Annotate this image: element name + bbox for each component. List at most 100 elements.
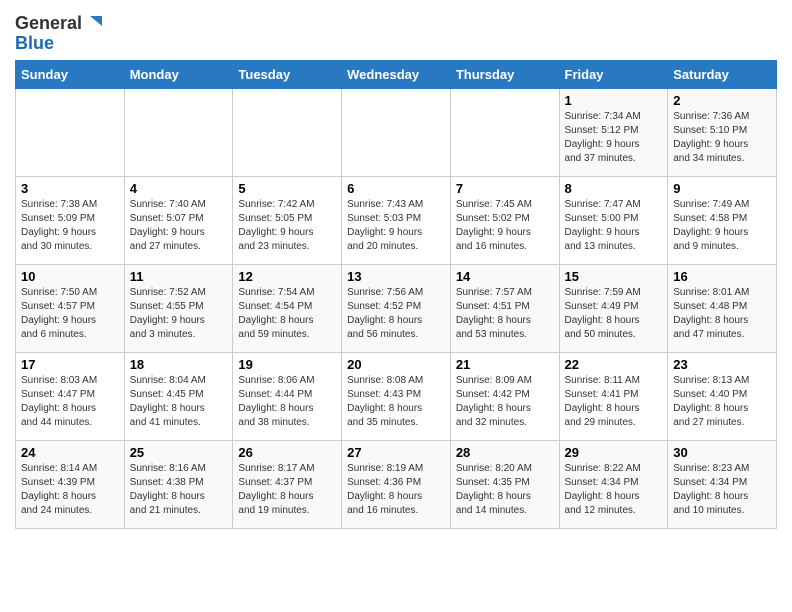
day-info: Sunrise: 7:52 AMSunset: 4:55 PMDaylight:… bbox=[130, 286, 228, 342]
calendar-week-2: 3 Sunrise: 7:38 AMSunset: 5:09 PMDaylight… bbox=[16, 176, 777, 264]
day-number: 20 bbox=[347, 357, 445, 372]
day-number: 27 bbox=[347, 445, 445, 460]
day-number: 11 bbox=[130, 269, 228, 284]
calendar-cell: 3 Sunrise: 7:38 AMSunset: 5:09 PMDaylight… bbox=[16, 176, 125, 264]
calendar-cell: 30Sunrise: 8:23 AMSunset: 4:34 PMDayligh… bbox=[668, 440, 777, 528]
day-number: 18 bbox=[130, 357, 228, 372]
calendar-cell: 26Sunrise: 8:17 AMSunset: 4:37 PMDayligh… bbox=[233, 440, 342, 528]
logo-blue: Blue bbox=[15, 34, 104, 54]
calendar-week-3: 10 Sunrise: 7:50 AMSunset: 4:57 PMDayligh… bbox=[16, 264, 777, 352]
day-info: Sunrise: 7:50 AMSunset: 4:57 PMDaylight:… bbox=[21, 286, 119, 342]
calendar-cell: 5 Sunrise: 7:42 AMSunset: 5:05 PMDaylight… bbox=[233, 176, 342, 264]
calendar-header: SundayMondayTuesdayWednesdayThursdayFrid… bbox=[16, 60, 777, 88]
calendar-cell bbox=[342, 88, 451, 176]
day-info: Sunrise: 7:42 AMSunset: 5:05 PMDaylight:… bbox=[238, 198, 336, 254]
calendar-cell bbox=[124, 88, 233, 176]
calendar-cell: 21 Sunrise: 8:09 AMSunset: 4:42 PMDayligh… bbox=[450, 352, 559, 440]
calendar-cell: 18 Sunrise: 8:04 AMSunset: 4:45 PMDayligh… bbox=[124, 352, 233, 440]
day-number: 14 bbox=[456, 269, 554, 284]
calendar-cell: 20 Sunrise: 8:08 AMSunset: 4:43 PMDayligh… bbox=[342, 352, 451, 440]
calendar-cell: 16Sunrise: 8:01 AMSunset: 4:48 PMDayligh… bbox=[668, 264, 777, 352]
day-number: 6 bbox=[347, 181, 445, 196]
calendar-cell: 14 Sunrise: 7:57 AMSunset: 4:51 PMDayligh… bbox=[450, 264, 559, 352]
logo: General Blue bbox=[15, 14, 104, 54]
calendar-cell: 15 Sunrise: 7:59 AMSunset: 4:49 PMDayligh… bbox=[559, 264, 668, 352]
day-info: Sunrise: 7:56 AMSunset: 4:52 PMDaylight:… bbox=[347, 286, 445, 342]
day-info: Sunrise: 7:43 AMSunset: 5:03 PMDaylight:… bbox=[347, 198, 445, 254]
day-number: 12 bbox=[238, 269, 336, 284]
day-number: 17 bbox=[21, 357, 119, 372]
day-info: Sunrise: 8:03 AMSunset: 4:47 PMDaylight:… bbox=[21, 374, 119, 430]
day-number: 15 bbox=[565, 269, 663, 284]
day-info: Sunrise: 8:04 AMSunset: 4:45 PMDaylight:… bbox=[130, 374, 228, 430]
calendar-cell: 17 Sunrise: 8:03 AMSunset: 4:47 PMDayligh… bbox=[16, 352, 125, 440]
day-number: 23 bbox=[673, 357, 771, 372]
day-info: Sunrise: 8:08 AMSunset: 4:43 PMDaylight:… bbox=[347, 374, 445, 430]
day-number: 22 bbox=[565, 357, 663, 372]
day-info: Sunrise: 7:47 AMSunset: 5:00 PMDaylight:… bbox=[565, 198, 663, 254]
day-info: Sunrise: 7:54 AMSunset: 4:54 PMDaylight:… bbox=[238, 286, 336, 342]
day-info: Sunrise: 7:38 AMSunset: 5:09 PMDaylight:… bbox=[21, 198, 119, 254]
calendar-cell bbox=[16, 88, 125, 176]
day-number: 19 bbox=[238, 357, 336, 372]
day-info: Sunrise: 7:57 AMSunset: 4:51 PMDaylight:… bbox=[456, 286, 554, 342]
calendar-cell bbox=[233, 88, 342, 176]
day-info: Sunrise: 8:09 AMSunset: 4:42 PMDaylight:… bbox=[456, 374, 554, 430]
day-number: 9 bbox=[673, 181, 771, 196]
day-info: Sunrise: 7:49 AMSunset: 4:58 PMDaylight:… bbox=[673, 198, 771, 254]
calendar-cell: 4Sunrise: 7:40 AMSunset: 5:07 PMDaylight… bbox=[124, 176, 233, 264]
calendar-cell: 8 Sunrise: 7:47 AMSunset: 5:00 PMDaylight… bbox=[559, 176, 668, 264]
logo-triangle-icon bbox=[84, 14, 104, 34]
day-number: 1 bbox=[565, 93, 663, 108]
day-number: 25 bbox=[130, 445, 228, 460]
day-number: 26 bbox=[238, 445, 336, 460]
day-info: Sunrise: 8:06 AMSunset: 4:44 PMDaylight:… bbox=[238, 374, 336, 430]
weekday-header-saturday: Saturday bbox=[668, 60, 777, 88]
weekday-header-friday: Friday bbox=[559, 60, 668, 88]
calendar-cell: 6 Sunrise: 7:43 AMSunset: 5:03 PMDaylight… bbox=[342, 176, 451, 264]
day-number: 24 bbox=[21, 445, 119, 460]
day-number: 10 bbox=[21, 269, 119, 284]
calendar-cell: 10 Sunrise: 7:50 AMSunset: 4:57 PMDayligh… bbox=[16, 264, 125, 352]
logo-general: General bbox=[15, 14, 82, 34]
day-info: Sunrise: 7:45 AMSunset: 5:02 PMDaylight:… bbox=[456, 198, 554, 254]
day-number: 4 bbox=[130, 181, 228, 196]
day-number: 28 bbox=[456, 445, 554, 460]
day-info: Sunrise: 8:14 AMSunset: 4:39 PMDaylight:… bbox=[21, 462, 119, 518]
day-number: 5 bbox=[238, 181, 336, 196]
calendar-table: SundayMondayTuesdayWednesdayThursdayFrid… bbox=[15, 60, 777, 529]
day-info: Sunrise: 7:36 AMSunset: 5:10 PMDaylight:… bbox=[673, 110, 771, 166]
weekday-header-thursday: Thursday bbox=[450, 60, 559, 88]
calendar-cell: 29Sunrise: 8:22 AMSunset: 4:34 PMDayligh… bbox=[559, 440, 668, 528]
calendar-cell: 13Sunrise: 7:56 AMSunset: 4:52 PMDayligh… bbox=[342, 264, 451, 352]
day-info: Sunrise: 8:11 AMSunset: 4:41 PMDaylight:… bbox=[565, 374, 663, 430]
weekday-header-tuesday: Tuesday bbox=[233, 60, 342, 88]
day-info: Sunrise: 8:13 AMSunset: 4:40 PMDaylight:… bbox=[673, 374, 771, 430]
day-number: 16 bbox=[673, 269, 771, 284]
calendar-cell: 1Sunrise: 7:34 AMSunset: 5:12 PMDaylight… bbox=[559, 88, 668, 176]
day-number: 3 bbox=[21, 181, 119, 196]
day-number: 7 bbox=[456, 181, 554, 196]
weekday-header-sunday: Sunday bbox=[16, 60, 125, 88]
day-number: 8 bbox=[565, 181, 663, 196]
logo-text: General Blue bbox=[15, 14, 104, 54]
calendar-week-4: 17 Sunrise: 8:03 AMSunset: 4:47 PMDayligh… bbox=[16, 352, 777, 440]
day-number: 2 bbox=[673, 93, 771, 108]
calendar-week-1: 1Sunrise: 7:34 AMSunset: 5:12 PMDaylight… bbox=[16, 88, 777, 176]
day-info: Sunrise: 7:59 AMSunset: 4:49 PMDaylight:… bbox=[565, 286, 663, 342]
header: General Blue bbox=[15, 10, 777, 54]
day-info: Sunrise: 8:23 AMSunset: 4:34 PMDaylight:… bbox=[673, 462, 771, 518]
day-info: Sunrise: 8:22 AMSunset: 4:34 PMDaylight:… bbox=[565, 462, 663, 518]
calendar-cell: 25 Sunrise: 8:16 AMSunset: 4:38 PMDayligh… bbox=[124, 440, 233, 528]
day-info: Sunrise: 8:16 AMSunset: 4:38 PMDaylight:… bbox=[130, 462, 228, 518]
calendar-cell: 28Sunrise: 8:20 AMSunset: 4:35 PMDayligh… bbox=[450, 440, 559, 528]
calendar-week-5: 24 Sunrise: 8:14 AMSunset: 4:39 PMDayligh… bbox=[16, 440, 777, 528]
calendar-cell: 19 Sunrise: 8:06 AMSunset: 4:44 PMDayligh… bbox=[233, 352, 342, 440]
calendar-cell: 27Sunrise: 8:19 AMSunset: 4:36 PMDayligh… bbox=[342, 440, 451, 528]
calendar-cell: 22 Sunrise: 8:11 AMSunset: 4:41 PMDayligh… bbox=[559, 352, 668, 440]
calendar-cell: 12 Sunrise: 7:54 AMSunset: 4:54 PMDayligh… bbox=[233, 264, 342, 352]
day-number: 21 bbox=[456, 357, 554, 372]
calendar-cell: 2 Sunrise: 7:36 AMSunset: 5:10 PMDaylight… bbox=[668, 88, 777, 176]
weekday-header-wednesday: Wednesday bbox=[342, 60, 451, 88]
calendar-cell: 24 Sunrise: 8:14 AMSunset: 4:39 PMDayligh… bbox=[16, 440, 125, 528]
